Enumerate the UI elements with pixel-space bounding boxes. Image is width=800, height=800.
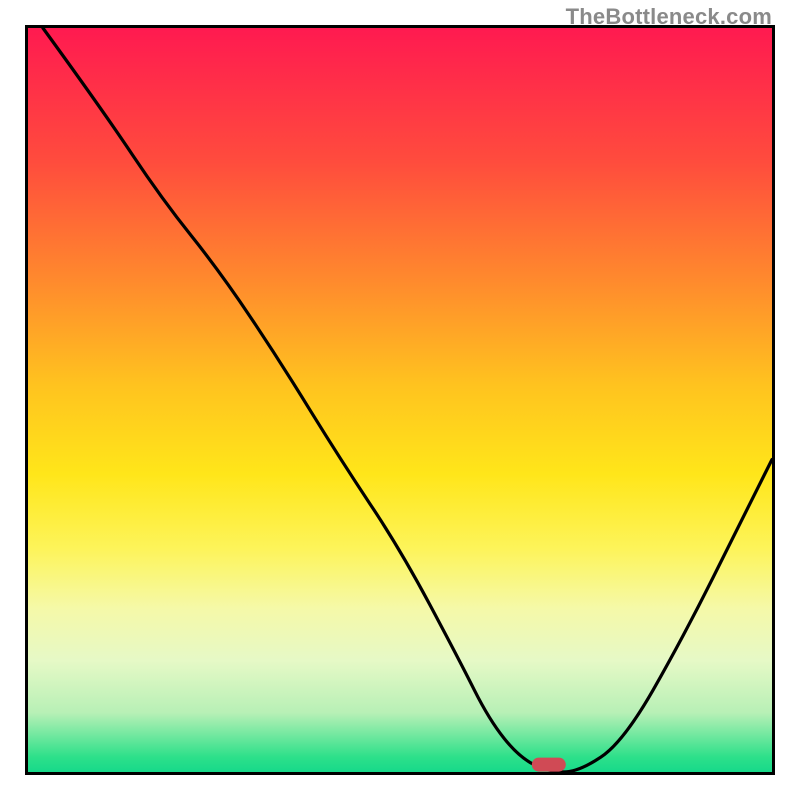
min-marker [532,758,566,772]
plot-area [25,25,775,775]
curve-layer [28,28,772,772]
bottleneck-curve [43,28,772,772]
chart-frame: TheBottleneck.com [0,0,800,800]
